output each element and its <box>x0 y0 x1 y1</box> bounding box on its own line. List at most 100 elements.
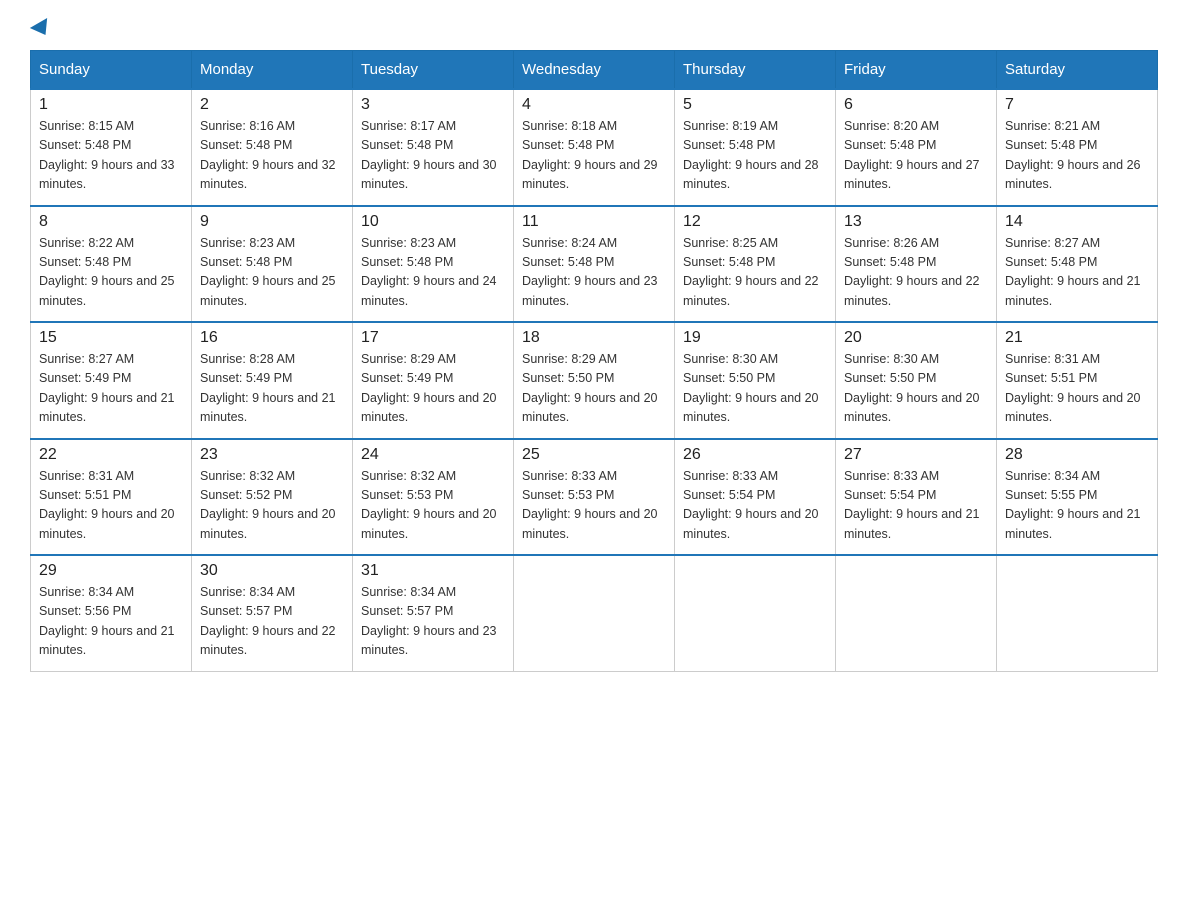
logo-blue-text <box>30 20 52 34</box>
day-cell: 2 Sunrise: 8:16 AMSunset: 5:48 PMDayligh… <box>192 89 353 206</box>
day-number: 15 <box>39 329 183 347</box>
day-info: Sunrise: 8:25 AMSunset: 5:48 PMDaylight:… <box>683 236 819 308</box>
day-info: Sunrise: 8:15 AMSunset: 5:48 PMDaylight:… <box>39 119 175 191</box>
day-info: Sunrise: 8:33 AMSunset: 5:53 PMDaylight:… <box>522 469 658 541</box>
day-info: Sunrise: 8:33 AMSunset: 5:54 PMDaylight:… <box>844 469 980 541</box>
header-thursday: Thursday <box>675 51 836 90</box>
day-cell <box>836 555 997 671</box>
day-cell <box>514 555 675 671</box>
day-cell <box>675 555 836 671</box>
day-info: Sunrise: 8:28 AMSunset: 5:49 PMDaylight:… <box>200 352 336 424</box>
day-cell: 17 Sunrise: 8:29 AMSunset: 5:49 PMDaylig… <box>353 322 514 439</box>
day-info: Sunrise: 8:18 AMSunset: 5:48 PMDaylight:… <box>522 119 658 191</box>
day-info: Sunrise: 8:20 AMSunset: 5:48 PMDaylight:… <box>844 119 980 191</box>
day-number: 20 <box>844 329 988 347</box>
day-info: Sunrise: 8:34 AMSunset: 5:57 PMDaylight:… <box>361 585 497 657</box>
day-cell: 23 Sunrise: 8:32 AMSunset: 5:52 PMDaylig… <box>192 439 353 556</box>
day-number: 3 <box>361 96 505 114</box>
header-monday: Monday <box>192 51 353 90</box>
day-number: 13 <box>844 213 988 231</box>
day-number: 6 <box>844 96 988 114</box>
day-number: 29 <box>39 562 183 580</box>
day-info: Sunrise: 8:23 AMSunset: 5:48 PMDaylight:… <box>200 236 336 308</box>
day-number: 17 <box>361 329 505 347</box>
day-number: 21 <box>1005 329 1149 347</box>
day-cell: 20 Sunrise: 8:30 AMSunset: 5:50 PMDaylig… <box>836 322 997 439</box>
day-cell: 11 Sunrise: 8:24 AMSunset: 5:48 PMDaylig… <box>514 206 675 323</box>
day-cell: 3 Sunrise: 8:17 AMSunset: 5:48 PMDayligh… <box>353 89 514 206</box>
day-info: Sunrise: 8:31 AMSunset: 5:51 PMDaylight:… <box>39 469 175 541</box>
page-header <box>30 20 1158 34</box>
header-sunday: Sunday <box>31 51 192 90</box>
day-number: 1 <box>39 96 183 114</box>
day-info: Sunrise: 8:29 AMSunset: 5:49 PMDaylight:… <box>361 352 497 424</box>
calendar-header: SundayMondayTuesdayWednesdayThursdayFrid… <box>31 51 1158 90</box>
header-wednesday: Wednesday <box>514 51 675 90</box>
day-cell: 14 Sunrise: 8:27 AMSunset: 5:48 PMDaylig… <box>997 206 1158 323</box>
day-cell: 15 Sunrise: 8:27 AMSunset: 5:49 PMDaylig… <box>31 322 192 439</box>
header-friday: Friday <box>836 51 997 90</box>
calendar-body: 1 Sunrise: 8:15 AMSunset: 5:48 PMDayligh… <box>31 89 1158 671</box>
logo <box>30 20 52 34</box>
week-row-2: 8 Sunrise: 8:22 AMSunset: 5:48 PMDayligh… <box>31 206 1158 323</box>
day-cell: 25 Sunrise: 8:33 AMSunset: 5:53 PMDaylig… <box>514 439 675 556</box>
day-cell: 9 Sunrise: 8:23 AMSunset: 5:48 PMDayligh… <box>192 206 353 323</box>
day-number: 30 <box>200 562 344 580</box>
calendar-table: SundayMondayTuesdayWednesdayThursdayFrid… <box>30 50 1158 672</box>
day-info: Sunrise: 8:22 AMSunset: 5:48 PMDaylight:… <box>39 236 175 308</box>
day-number: 2 <box>200 96 344 114</box>
day-info: Sunrise: 8:30 AMSunset: 5:50 PMDaylight:… <box>844 352 980 424</box>
day-cell: 27 Sunrise: 8:33 AMSunset: 5:54 PMDaylig… <box>836 439 997 556</box>
day-number: 9 <box>200 213 344 231</box>
day-cell <box>997 555 1158 671</box>
day-number: 19 <box>683 329 827 347</box>
day-info: Sunrise: 8:33 AMSunset: 5:54 PMDaylight:… <box>683 469 819 541</box>
day-number: 12 <box>683 213 827 231</box>
day-cell: 6 Sunrise: 8:20 AMSunset: 5:48 PMDayligh… <box>836 89 997 206</box>
day-info: Sunrise: 8:24 AMSunset: 5:48 PMDaylight:… <box>522 236 658 308</box>
day-number: 24 <box>361 446 505 464</box>
day-cell: 12 Sunrise: 8:25 AMSunset: 5:48 PMDaylig… <box>675 206 836 323</box>
day-cell: 22 Sunrise: 8:31 AMSunset: 5:51 PMDaylig… <box>31 439 192 556</box>
day-number: 8 <box>39 213 183 231</box>
day-info: Sunrise: 8:21 AMSunset: 5:48 PMDaylight:… <box>1005 119 1141 191</box>
day-cell: 26 Sunrise: 8:33 AMSunset: 5:54 PMDaylig… <box>675 439 836 556</box>
day-cell: 21 Sunrise: 8:31 AMSunset: 5:51 PMDaylig… <box>997 322 1158 439</box>
day-cell: 19 Sunrise: 8:30 AMSunset: 5:50 PMDaylig… <box>675 322 836 439</box>
day-info: Sunrise: 8:32 AMSunset: 5:52 PMDaylight:… <box>200 469 336 541</box>
day-info: Sunrise: 8:30 AMSunset: 5:50 PMDaylight:… <box>683 352 819 424</box>
week-row-5: 29 Sunrise: 8:34 AMSunset: 5:56 PMDaylig… <box>31 555 1158 671</box>
day-cell: 8 Sunrise: 8:22 AMSunset: 5:48 PMDayligh… <box>31 206 192 323</box>
header-tuesday: Tuesday <box>353 51 514 90</box>
week-row-3: 15 Sunrise: 8:27 AMSunset: 5:49 PMDaylig… <box>31 322 1158 439</box>
day-cell: 18 Sunrise: 8:29 AMSunset: 5:50 PMDaylig… <box>514 322 675 439</box>
day-number: 22 <box>39 446 183 464</box>
day-cell: 29 Sunrise: 8:34 AMSunset: 5:56 PMDaylig… <box>31 555 192 671</box>
day-number: 27 <box>844 446 988 464</box>
day-info: Sunrise: 8:32 AMSunset: 5:53 PMDaylight:… <box>361 469 497 541</box>
day-number: 4 <box>522 96 666 114</box>
day-cell: 1 Sunrise: 8:15 AMSunset: 5:48 PMDayligh… <box>31 89 192 206</box>
day-cell: 30 Sunrise: 8:34 AMSunset: 5:57 PMDaylig… <box>192 555 353 671</box>
day-number: 5 <box>683 96 827 114</box>
day-cell: 24 Sunrise: 8:32 AMSunset: 5:53 PMDaylig… <box>353 439 514 556</box>
day-info: Sunrise: 8:31 AMSunset: 5:51 PMDaylight:… <box>1005 352 1141 424</box>
day-cell: 13 Sunrise: 8:26 AMSunset: 5:48 PMDaylig… <box>836 206 997 323</box>
day-number: 26 <box>683 446 827 464</box>
day-number: 16 <box>200 329 344 347</box>
logo-triangle-icon <box>30 18 54 40</box>
header-saturday: Saturday <box>997 51 1158 90</box>
day-number: 10 <box>361 213 505 231</box>
day-cell: 4 Sunrise: 8:18 AMSunset: 5:48 PMDayligh… <box>514 89 675 206</box>
day-info: Sunrise: 8:29 AMSunset: 5:50 PMDaylight:… <box>522 352 658 424</box>
day-number: 14 <box>1005 213 1149 231</box>
day-cell: 31 Sunrise: 8:34 AMSunset: 5:57 PMDaylig… <box>353 555 514 671</box>
day-info: Sunrise: 8:23 AMSunset: 5:48 PMDaylight:… <box>361 236 497 308</box>
day-number: 31 <box>361 562 505 580</box>
day-info: Sunrise: 8:17 AMSunset: 5:48 PMDaylight:… <box>361 119 497 191</box>
day-cell: 28 Sunrise: 8:34 AMSunset: 5:55 PMDaylig… <box>997 439 1158 556</box>
day-info: Sunrise: 8:34 AMSunset: 5:56 PMDaylight:… <box>39 585 175 657</box>
header-row: SundayMondayTuesdayWednesdayThursdayFrid… <box>31 51 1158 90</box>
day-number: 11 <box>522 213 666 231</box>
day-info: Sunrise: 8:34 AMSunset: 5:55 PMDaylight:… <box>1005 469 1141 541</box>
